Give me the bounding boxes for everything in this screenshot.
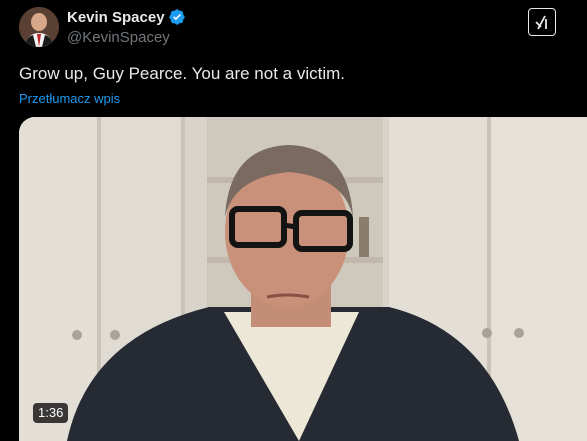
author-display-name[interactable]: Kevin Spacey — [67, 9, 165, 26]
translate-post-link[interactable]: Przetłumacz wpis — [19, 91, 120, 106]
author-handle[interactable]: @KevinSpacey — [67, 29, 170, 46]
grok-button[interactable] — [528, 8, 556, 36]
author-avatar[interactable] — [19, 7, 59, 47]
video-player[interactable] — [19, 117, 587, 441]
avatar-image — [19, 7, 59, 47]
video-duration-badge: 1:36 — [33, 403, 69, 423]
verified-badge-icon — [168, 9, 185, 25]
author-name-row[interactable]: Kevin Spacey — [67, 8, 186, 26]
video-thumbnail — [19, 117, 587, 441]
tweet-text: Grow up, Guy Pearce. You are not a victi… — [19, 64, 345, 83]
grok-icon — [535, 15, 547, 30]
